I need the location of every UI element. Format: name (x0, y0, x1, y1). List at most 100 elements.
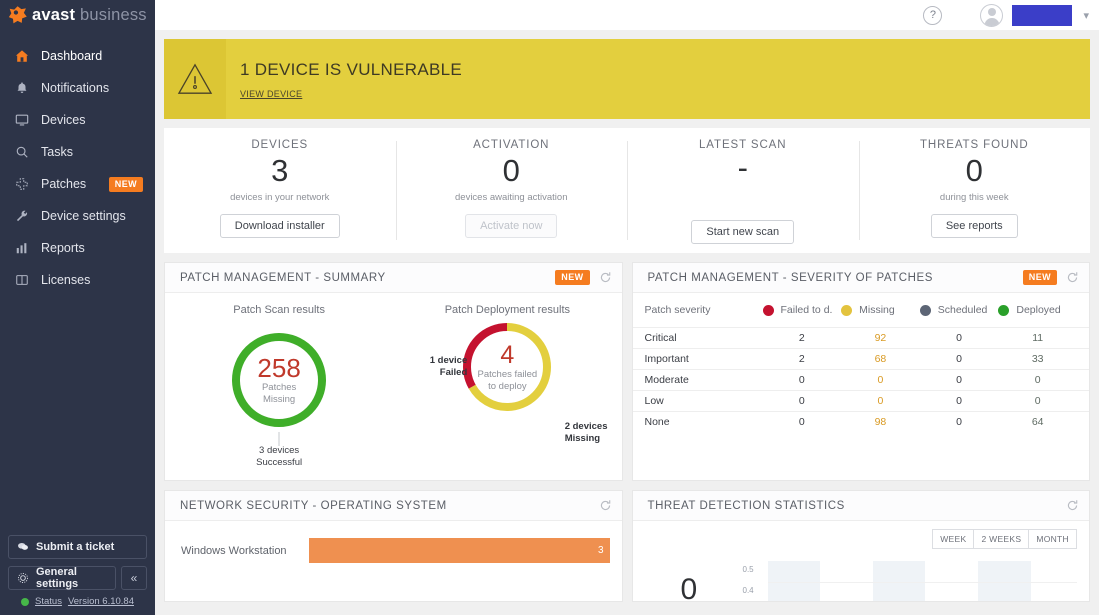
stat-title: THREATS FOUND (919, 139, 1029, 151)
help-icon[interactable]: ? (923, 5, 943, 25)
cell-severity: Moderate (644, 374, 689, 386)
stat-subtitle: during this week (939, 192, 1009, 203)
deploy-missing-line2: Missing (564, 433, 601, 444)
sidebar-collapse-button[interactable]: « (121, 566, 147, 590)
cell-deployed: 33 (1031, 353, 1044, 365)
stat-activation: ACTIVATION 0 devices awaiting activation… (395, 128, 628, 253)
patches-icon (12, 177, 32, 191)
cell-missing: 0 (877, 374, 884, 386)
table-row[interactable]: Important 2 68 0 33 (632, 348, 1089, 369)
severity-table: Patch severity Failed to d. Missing Sche… (632, 293, 1090, 480)
patch-scan-caption-1: Patches (261, 382, 297, 393)
cell-deployed: 0 (1034, 374, 1041, 386)
os-bar[interactable]: 3 (309, 538, 610, 563)
patch-deployment-results: Patch Deployment results 4 Patches faile… (393, 293, 621, 480)
avatar[interactable] (980, 3, 1004, 27)
user-name-redacted[interactable] (1012, 4, 1073, 26)
threat-stats-body: WEEK 2 WEEKS MONTH 0 0.5 0.4 (633, 521, 1090, 606)
cell-deployed: 0 (1034, 395, 1041, 407)
y-tick: 0.4 (742, 586, 754, 595)
stat-value: 3 (271, 153, 289, 188)
range-week-button[interactable]: WEEK (932, 529, 975, 549)
see-reports-button[interactable]: See reports (930, 214, 1018, 238)
sidebar-item-dashboard[interactable]: Dashboard (0, 40, 155, 72)
sidebar-item-patches[interactable]: Patches NEW (0, 168, 155, 200)
refresh-icon[interactable] (599, 271, 612, 284)
status-link[interactable]: Status (35, 596, 62, 607)
stat-title: DEVICES (251, 139, 309, 151)
general-settings-label: General settings (36, 566, 79, 590)
cell-failed: 2 (798, 332, 805, 344)
warning-triangle-icon (164, 39, 226, 119)
column-header-scheduled: Scheduled (919, 304, 999, 316)
card-title: PATCH MANAGEMENT - SUMMARY (180, 271, 386, 284)
cell-severity: None (644, 416, 670, 428)
severity-table-header: Patch severity Failed to d. Missing Sche… (633, 293, 1090, 327)
range-2weeks-button[interactable]: 2 WEEKS (974, 529, 1030, 549)
general-settings-button[interactable]: General settings (8, 566, 116, 590)
column-header-missing: Missing (841, 304, 920, 316)
avatar-body (984, 17, 1000, 26)
table-row[interactable]: Critical 2 92 0 11 (632, 327, 1089, 348)
cell-severity: Low (644, 395, 664, 407)
os-bar-value: 3 (597, 545, 604, 556)
card-title: PATCH MANAGEMENT - SEVERITY OF PATCHES (647, 271, 933, 284)
new-badge: NEW (555, 270, 590, 285)
patch-scan-value: 258 (257, 353, 301, 383)
start-new-scan-button[interactable]: Start new scan (691, 220, 795, 244)
stat-subtitle: devices in your network (230, 192, 330, 203)
cell-scheduled: 0 (956, 332, 962, 344)
sidebar-item-device-settings[interactable]: Device settings (0, 200, 155, 232)
sidebar-nav: Dashboard Notifications Devices Tasks Pa… (0, 40, 155, 296)
table-row[interactable]: Moderate 0 0 0 0 (632, 369, 1089, 390)
missing-dot-icon (841, 304, 853, 316)
threat-chart-plot (767, 561, 1077, 601)
monitor-icon (12, 113, 32, 127)
chevron-down-icon[interactable]: ▾ (1083, 9, 1089, 22)
deploy-missing-line1: 2 devices (564, 421, 608, 432)
cell-deployed: 11 (1032, 332, 1044, 344)
sidebar-item-notifications[interactable]: Notifications (0, 72, 155, 104)
refresh-icon[interactable] (599, 499, 612, 512)
y-axis-tick-labels: 0.5 0.4 (743, 559, 754, 601)
card-title: THREAT DETECTION STATISTICS (647, 499, 845, 512)
activate-now-button[interactable]: Activate now (465, 214, 558, 238)
refresh-icon[interactable] (1066, 499, 1079, 512)
avast-splat-logo-icon (8, 5, 28, 25)
os-bar-track: 3 (309, 538, 610, 563)
sidebar-patches-new-badge: NEW (108, 176, 143, 192)
patch-scan-donut-chart: 258 Patches Missing (228, 329, 330, 431)
deployed-dot-icon (998, 304, 1010, 316)
patch-deploy-caption-2: to deploy (488, 380, 527, 392)
status-row: Status Version 6.10.84 (8, 596, 147, 609)
range-month-button[interactable]: MONTH (1029, 529, 1077, 549)
stat-value: 0 (502, 153, 520, 188)
gear-icon (17, 572, 29, 584)
card-header: PATCH MANAGEMENT - SUMMARY NEW (165, 263, 622, 293)
brand-logo[interactable]: avast business (0, 0, 155, 30)
view-device-link[interactable]: VIEW DEVICE (240, 89, 462, 99)
banner-title: 1 DEVICE IS VULNERABLE (240, 59, 463, 79)
sidebar-item-devices[interactable]: Devices (0, 104, 155, 136)
right-column: PATCH MANAGEMENT - SEVERITY OF PATCHES N… (631, 262, 1090, 606)
sidebar-item-label: Reports (41, 241, 85, 255)
table-row[interactable]: None 0 98 0 64 (632, 411, 1089, 432)
sidebar-footer: Submit a ticket General settings « Statu… (0, 535, 155, 615)
sidebar-item-label: Notifications (41, 81, 110, 95)
sidebar-item-reports[interactable]: Reports (0, 232, 155, 264)
download-installer-button[interactable]: Download installer (219, 214, 340, 238)
submit-ticket-button[interactable]: Submit a ticket (8, 535, 147, 559)
refresh-icon[interactable] (1066, 271, 1079, 284)
left-column: PATCH MANAGEMENT - SUMMARY NEW Patch Sca… (164, 262, 623, 602)
wrench-icon (12, 209, 32, 223)
sidebar-item-licenses[interactable]: Licenses (0, 264, 155, 296)
patch-scan-footer-line2: Successful (256, 457, 303, 468)
stat-latest-scan: LATEST SCAN - Start new scan (627, 128, 859, 253)
cell-scheduled: 0 (956, 353, 962, 365)
sidebar-item-label: Tasks (41, 145, 73, 159)
stats-row: DEVICES 3 devices in your network Downlo… (164, 128, 1090, 253)
version-link[interactable]: Version 6.10.84 (68, 596, 134, 607)
table-row[interactable]: Low 0 0 0 0 (632, 390, 1089, 411)
sidebar-item-tasks[interactable]: Tasks (0, 136, 155, 168)
bar-chart-icon (12, 241, 32, 255)
